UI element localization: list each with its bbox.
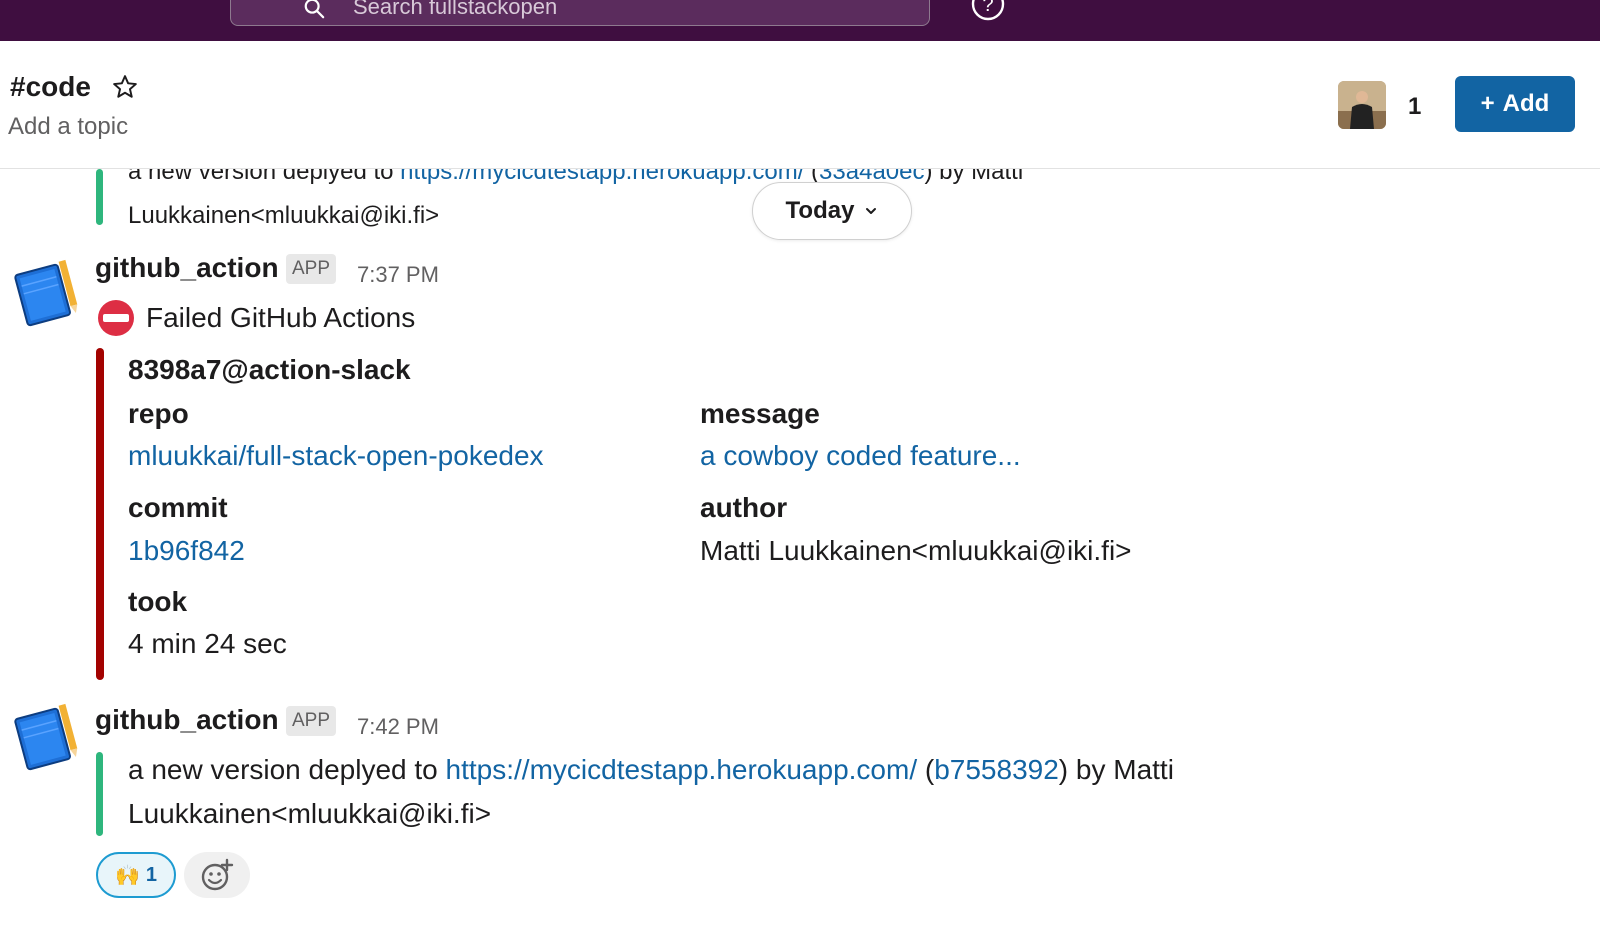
add-reaction-button[interactable] xyxy=(184,852,250,898)
message-timestamp[interactable]: 7:42 PM xyxy=(357,714,439,740)
chevron-down-icon xyxy=(866,208,877,214)
commit-link[interactable]: b7558392 xyxy=(934,754,1059,785)
plus-icon: + xyxy=(1480,90,1495,117)
message-status-bar xyxy=(96,169,103,225)
field-value-repo[interactable]: mluukkai/full-stack-open-pokedex xyxy=(128,440,544,472)
message-sender[interactable]: github_action xyxy=(95,704,279,736)
message-timestamp[interactable]: 7:37 PM xyxy=(357,262,439,288)
field-value-author: Matti Luukkainen<mluukkai@iki.fi> xyxy=(700,535,1132,566)
attachment-title: 8398a7@action-slack xyxy=(128,354,411,385)
add-button[interactable]: + Add xyxy=(1455,76,1575,132)
message-sender[interactable]: github_action xyxy=(95,252,279,284)
message-headline: Failed GitHub Actions xyxy=(96,298,415,338)
top-bar: Search fullstackopen ? xyxy=(0,0,1600,41)
add-emoji-icon xyxy=(201,858,234,891)
avatar[interactable] xyxy=(1338,81,1386,129)
message-link[interactable]: https://mycicdtestapp.herokuapp.com/ xyxy=(446,754,918,785)
field-value-commit[interactable]: 1b96f842 xyxy=(128,535,245,567)
app-avatar-icon[interactable] xyxy=(10,700,82,772)
field-label-message: message xyxy=(700,398,820,429)
app-badge: APP xyxy=(286,254,337,284)
message-status-bar xyxy=(96,348,104,680)
reaction-count: 1 xyxy=(145,863,158,886)
help-circle-icon[interactable]: ? xyxy=(970,0,1006,22)
field-label-took: took xyxy=(128,586,188,617)
field-label-commit: commit xyxy=(128,492,228,523)
field-value-message[interactable]: a cowboy coded feature... xyxy=(700,440,1021,472)
date-divider-button[interactable]: Today xyxy=(752,182,912,240)
search-placeholder: Search fullstackopen xyxy=(353,0,558,19)
star-icon[interactable] xyxy=(112,74,138,100)
no-entry-icon xyxy=(98,300,134,336)
search-bar[interactable]: Search fullstackopen xyxy=(230,0,930,26)
search-icon xyxy=(304,0,325,19)
field-label-repo: repo xyxy=(128,398,189,429)
message-status-bar xyxy=(96,752,103,836)
raised-hands-icon: 🙌 xyxy=(114,864,140,887)
reaction-raised-hands[interactable]: 🙌 1 xyxy=(96,852,176,898)
svg-text:?: ? xyxy=(982,0,993,16)
add-button-label: Add xyxy=(1502,90,1550,117)
channel-name[interactable]: #code xyxy=(10,71,91,103)
date-divider-label: Today xyxy=(785,197,855,224)
field-value-took: 4 min 24 sec xyxy=(128,628,287,659)
app-badge: APP xyxy=(286,706,337,736)
channel-header: #code Add a topic 1 + Add xyxy=(0,41,1600,169)
message-text: a new version deplyed to https://mycicdt… xyxy=(128,754,1174,829)
channel-topic[interactable]: Add a topic xyxy=(8,113,128,141)
field-label-author: author xyxy=(700,492,788,523)
member-count[interactable]: 1 xyxy=(1408,93,1421,121)
app-avatar-icon[interactable] xyxy=(10,256,82,328)
